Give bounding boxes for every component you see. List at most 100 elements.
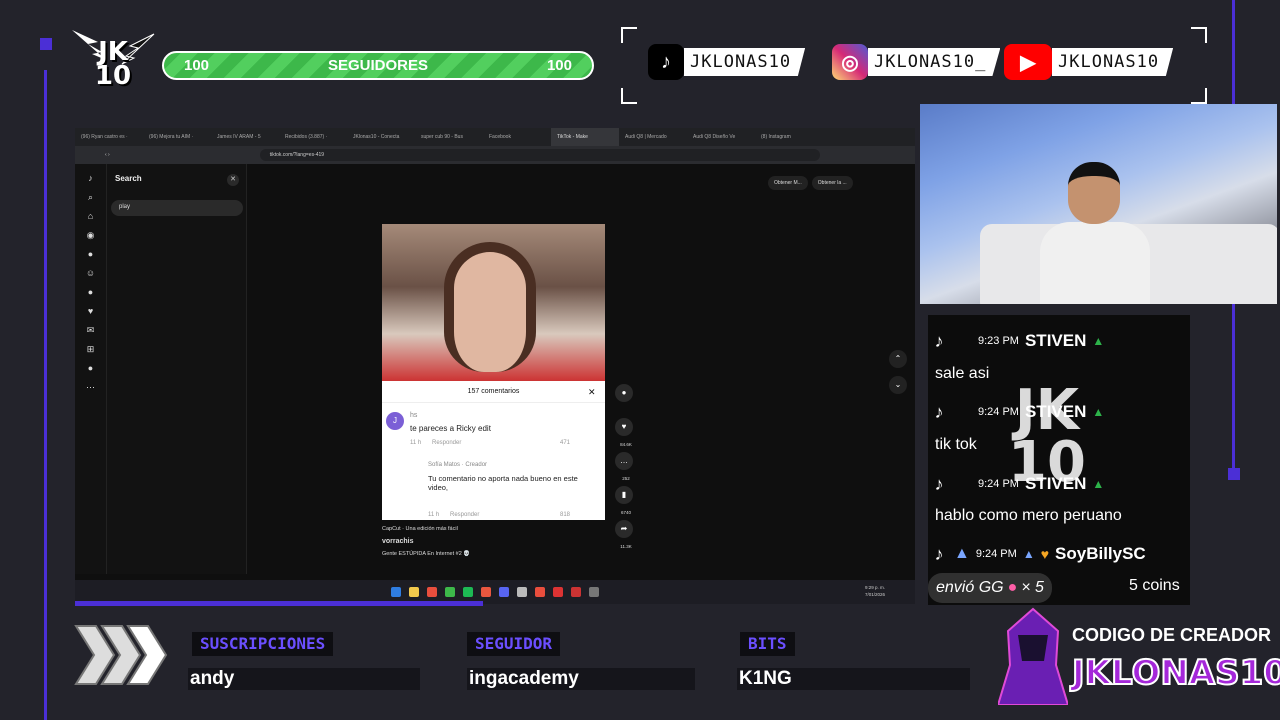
alert-label-bits: BITS (740, 632, 795, 656)
app-icon[interactable] (517, 587, 527, 597)
comment-likes[interactable]: 471 (560, 440, 570, 446)
app-icon[interactable] (589, 587, 599, 597)
browser-tab[interactable]: Facebook (483, 134, 551, 140)
browser-tab[interactable]: (96) Ryan castro es · (75, 134, 143, 140)
search-icon[interactable]: ⌕ (86, 192, 96, 202)
browser-tab[interactable]: Recibidos (3.887) · (279, 134, 347, 140)
streamer-head (1068, 162, 1120, 224)
tiktok-icon: ♪ (934, 401, 944, 422)
live-icon[interactable]: ● (86, 249, 96, 259)
chat-time: 9:24 PM (975, 548, 1017, 560)
app-icon[interactable] (571, 587, 581, 597)
brave-icon[interactable] (481, 587, 491, 597)
app-icon[interactable] (553, 587, 563, 597)
close-icon[interactable]: ✕ (227, 174, 239, 186)
browser-tab[interactable]: (8) Instagram (755, 134, 823, 140)
reply-button[interactable]: Responder (432, 440, 461, 446)
video-author[interactable]: vorrachis (382, 538, 612, 545)
decor-square (40, 38, 52, 50)
app-icon[interactable] (427, 587, 437, 597)
video-caption-area: CapCut · Una edición más fácil vorrachis… (382, 526, 612, 557)
chat-username: STIVEN (1024, 331, 1087, 350)
chat-message-header: ♪ 9:24 PM STIVEN ▲ (928, 472, 1190, 496)
spotify-icon[interactable] (463, 587, 473, 597)
get-app-button[interactable]: Obtener M... (768, 176, 808, 190)
taskbar-clock[interactable]: 9:29 p. m. 7/01/2026 (865, 584, 885, 598)
frame-corner (621, 88, 637, 104)
get-desktop-button[interactable]: Obtener la ... (811, 176, 853, 190)
alert-value-bits: K1NG (737, 668, 970, 690)
comment-user[interactable]: hs (410, 412, 417, 419)
file-explorer-icon[interactable] (409, 587, 419, 597)
prev-video-button[interactable]: ⌃ (889, 350, 907, 368)
chat-panel: JK 10 ♪ 9:23 PM STIVEN ▲ sale asi ♪ 9:24… (928, 315, 1190, 605)
save-count: 6740 (620, 510, 631, 515)
browser-tab[interactable]: (96) Mejora tu AIM · (143, 134, 211, 140)
app-icon[interactable] (445, 587, 455, 597)
url-field[interactable]: tiktok.com/?lang=es-419 (259, 149, 820, 161)
like-icon[interactable]: ♥ (615, 418, 633, 436)
avatar[interactable]: J (386, 412, 404, 430)
browser-tab[interactable]: TikTok - Make (551, 128, 619, 146)
gift-pill: envió GG ● × 5 (928, 573, 1052, 603)
upload-icon[interactable]: ⊞ (86, 344, 96, 354)
browser-tab[interactable]: Audi Q8 Diseño Ve (687, 134, 755, 140)
home-icon[interactable]: ⌂ (86, 211, 96, 221)
close-icon[interactable]: ✕ (588, 387, 596, 398)
bookmark-icon[interactable]: ▮ (615, 486, 633, 504)
comment-user[interactable]: Sofía Matos · Creador (428, 462, 487, 468)
logo-text: JK 10 (94, 37, 132, 91)
chat-message-header: ♪ 9:24 PM STIVEN ▲ (928, 400, 1190, 424)
video-subject (444, 242, 536, 372)
next-video-button[interactable]: ⌄ (889, 376, 907, 394)
social-tiktok: ♪ JKLONAS10 (648, 44, 806, 80)
alert-value-follower: ingacademy (467, 668, 695, 690)
capcut-badge[interactable]: CapCut · Una edición más fácil (382, 526, 612, 532)
activity-icon[interactable]: ♥ (86, 306, 96, 316)
reply-button[interactable]: Responder (450, 512, 479, 518)
messages-icon[interactable]: ✉ (86, 325, 96, 335)
profile-icon[interactable]: ● (86, 363, 96, 373)
friends-icon[interactable]: ● (86, 287, 96, 297)
browser-tab[interactable]: super cub 90 - Bus (415, 134, 483, 140)
follower-goal-target: 100 (546, 57, 572, 74)
tiktok-icon: ♪ (934, 473, 944, 494)
discord-icon[interactable] (499, 587, 509, 597)
screen-capture: (96) Ryan castro es · (96) Mejora tu AIM … (75, 128, 915, 604)
windows-start-icon[interactable] (391, 587, 401, 597)
browser-tab[interactable]: Audi Q8 | Mercado (619, 134, 687, 140)
tiktok-icon: ♪ (934, 543, 944, 564)
clock-time: 9:29 p. m. (865, 585, 886, 590)
app-icon[interactable] (535, 587, 545, 597)
following-icon[interactable]: ☺ (86, 268, 96, 278)
browser-tab[interactable]: JKlonas10 - Conecta (347, 134, 415, 140)
gift-icon: ● (1007, 579, 1018, 596)
browser-tab[interactable]: James IV ARAM - 5 (211, 134, 279, 140)
frame-corner (1191, 88, 1207, 104)
social-handle: JKLONAS10_ (868, 48, 1001, 76)
tiktok-logo-icon[interactable]: ♪ (86, 173, 96, 183)
share-icon[interactable]: ➦ (615, 520, 633, 538)
video-frame (382, 224, 605, 381)
alert-label-subs: SUSCRIPCIONES (192, 632, 334, 656)
author-avatar[interactable]: ● (615, 384, 633, 402)
decor-line (44, 70, 47, 720)
chat-text: sale asi (935, 365, 990, 382)
browser-tab-bar: (96) Ryan castro es · (96) Mejora tu AIM … (75, 128, 915, 146)
chat-message-header: ♪ ▲ 9:24 PM ▲ ♥ SoyBillySC (928, 542, 1190, 566)
frame-corner (1191, 27, 1207, 43)
explore-icon[interactable]: ◉ (86, 230, 96, 240)
search-panel: Search ✕ play (107, 164, 247, 574)
alert-value-subs: andy (188, 668, 420, 690)
comment-text: Tu comentario no aporta nada bueno en es… (428, 474, 578, 492)
webcam-feed (920, 104, 1277, 304)
more-icon[interactable]: ⋯ (86, 382, 96, 392)
alert-label-follower: SEGUIDOR (467, 632, 561, 656)
search-input[interactable]: play (111, 200, 243, 216)
video-player[interactable]: 157 comentarios ✕ J hs te pareces a Rick… (382, 224, 605, 520)
back-icon[interactable]: ‹ › (105, 152, 110, 158)
comment-time: 11 h (410, 440, 422, 446)
comment-icon[interactable]: … (615, 452, 633, 470)
comment-likes[interactable]: 818 (560, 512, 570, 518)
search-title: Search (115, 174, 142, 183)
